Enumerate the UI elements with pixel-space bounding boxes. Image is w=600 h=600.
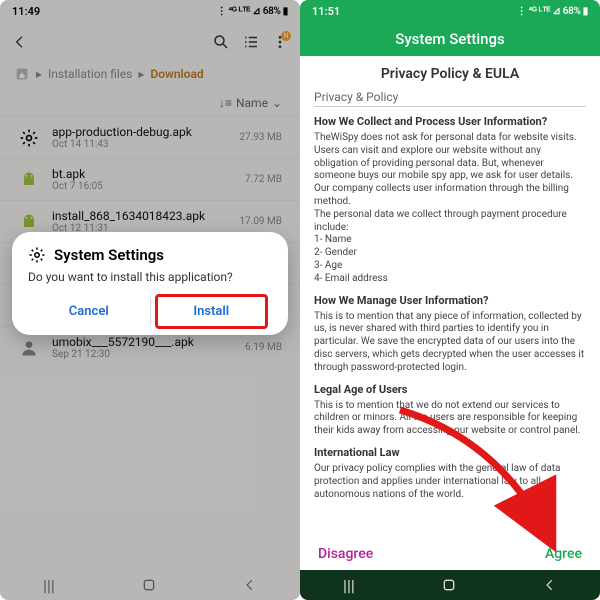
dialog-message: Do you want to install this application?	[28, 270, 272, 284]
install-dialog: System Settings Do you want to install t…	[12, 232, 288, 335]
status-bar: 11:51 ⋮ ⁴ᴳ ᴸᵀᴱ ⊿ 68% ▮	[300, 0, 600, 22]
dialog-title: System Settings	[54, 246, 164, 264]
nav-back-icon[interactable]	[243, 578, 257, 592]
nav-home-icon[interactable]	[441, 577, 457, 593]
heading: How We Manage User Information?	[314, 294, 586, 307]
paragraph: TheWiSpy does not ask for personal data …	[314, 132, 586, 183]
title-bar: System Settings	[300, 22, 600, 56]
list-item: 1- Name	[314, 234, 586, 247]
nav-back-icon[interactable]	[543, 578, 557, 592]
paragraph: Our privacy policy complies with the gen…	[314, 463, 586, 501]
list-item: 3- Age	[314, 260, 586, 273]
disagree-button[interactable]: Disagree	[318, 546, 373, 562]
gear-icon	[28, 246, 46, 264]
phone-right: 11:51 ⋮ ⁴ᴳ ᴸᵀᴱ ⊿ 68% ▮ System Settings P…	[300, 0, 600, 600]
agree-button[interactable]: Agree	[545, 546, 582, 562]
paragraph: This is to mention that any piece of inf…	[314, 311, 586, 375]
heading: International Law	[314, 446, 586, 459]
status-time: 11:51	[312, 5, 340, 18]
action-bar: Disagree Agree	[300, 538, 600, 570]
heading: How We Collect and Process User Informat…	[314, 115, 586, 128]
heading: Legal Age of Users	[314, 383, 586, 396]
status-icons: ⋮ ⁴ᴳ ᴸᵀᴱ ⊿ 68% ▮	[517, 6, 588, 17]
paragraph: This is to mention that we do not extend…	[314, 400, 586, 438]
list-item: 2- Gender	[314, 247, 586, 260]
page-title: Privacy Policy & EULA	[314, 66, 586, 82]
install-button-label: Install	[193, 304, 229, 319]
cancel-button[interactable]: Cancel	[28, 298, 150, 325]
paragraph: Our company collects user information th…	[314, 183, 586, 209]
list-item: 4- Email address	[314, 273, 586, 286]
nav-home-icon[interactable]	[141, 577, 157, 593]
section-head: Privacy & Policy	[314, 90, 586, 107]
nav-bar: |||	[300, 570, 600, 600]
nav-bar: |||	[0, 570, 300, 600]
nav-recents-icon[interactable]: |||	[43, 576, 55, 595]
policy-content[interactable]: Privacy Policy & EULA Privacy & Policy H…	[300, 56, 600, 568]
nav-recents-icon[interactable]: |||	[343, 576, 355, 595]
paragraph: The personal data we collect through pay…	[314, 209, 586, 235]
install-button[interactable]: Install	[151, 298, 273, 325]
phone-left: 11:49 ⋮ ⁴ᴳ ᴸᵀᴱ ⊿ 68% ▮ N ▸ Installation …	[0, 0, 300, 600]
